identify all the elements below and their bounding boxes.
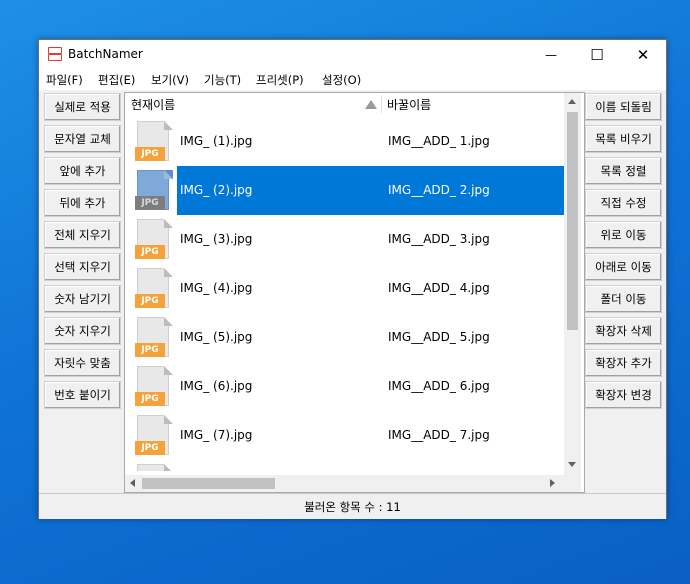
new-name-cell: IMG__ADD_ 7.jpg [388, 428, 490, 442]
menu-function[interactable]: 기능(T) [204, 72, 241, 88]
menu-view[interactable]: 보기(V) [151, 72, 189, 88]
file-row[interactable]: JPG IMG_ (2).jpg IMG__ADD_ 2.jpg [125, 166, 564, 215]
pad-digits-button[interactable]: 자릿수 맞춤 [44, 349, 121, 377]
title-bar[interactable]: BatchNamer — ☐ ✕ [39, 40, 666, 70]
jpg-file-icon: JPG [135, 366, 173, 406]
remove-numbers-button[interactable]: 숫자 지우기 [44, 317, 121, 345]
vertical-scroll-thumb[interactable] [567, 112, 578, 330]
new-name-cell: IMG__ADD_ 6.jpg [388, 379, 490, 393]
current-name-cell: IMG_ (2).jpg [180, 183, 253, 197]
file-row[interactable]: JPG IMG_ (7).jpg IMG__ADD_ 7.jpg [125, 411, 564, 460]
menu-edit[interactable]: 편집(E) [98, 72, 135, 88]
file-type-label: JPG [135, 392, 165, 406]
file-type-label: JPG [135, 147, 165, 161]
file-row[interactable]: JPG IMG_ (1).jpg IMG__ADD_ 1.jpg [125, 117, 564, 166]
jpg-file-icon: JPG [135, 317, 173, 357]
delete-extension-button[interactable]: 확장자 삭제 [585, 317, 662, 345]
new-name-cell: IMG__ADD_ 1.jpg [388, 134, 490, 148]
file-type-label: JPG [135, 343, 165, 357]
minimize-button[interactable]: — [528, 40, 574, 70]
file-row[interactable]: JPG IMG_ (5).jpg IMG__ADD_ 5.jpg [125, 313, 564, 362]
jpg-file-icon: JPG [135, 219, 173, 259]
apply-button[interactable]: 실제로 적용 [44, 93, 121, 121]
menu-settings[interactable]: 설정(O) [322, 72, 361, 88]
item-count-status: 불러온 항목 수 : 11 [304, 500, 401, 514]
menu-bar: 파일(F) 편집(E) 보기(V) 기능(T) 프리셋(P) 설정(O) [39, 70, 666, 90]
current-name-cell: IMG_ (4).jpg [180, 281, 253, 295]
prepend-button[interactable]: 앞에 추가 [44, 157, 121, 185]
file-type-label: JPG [135, 245, 165, 259]
column-divider[interactable] [381, 95, 382, 113]
current-name-cell: IMG_ (1).jpg [180, 134, 253, 148]
file-row-partial[interactable] [125, 460, 564, 471]
clear-list-button[interactable]: 목록 비우기 [585, 125, 662, 153]
scroll-right-icon[interactable] [550, 479, 555, 487]
new-name-cell: IMG__ADD_ 4.jpg [388, 281, 490, 295]
scroll-corner [564, 475, 581, 492]
minimize-icon: — [545, 48, 557, 62]
current-name-cell: IMG_ (5).jpg [180, 330, 253, 344]
window-title: BatchNamer [68, 47, 143, 61]
sort-list-button[interactable]: 목록 정렬 [585, 157, 662, 185]
horizontal-scroll-thumb[interactable] [142, 478, 275, 489]
move-down-button[interactable]: 아래로 이동 [585, 253, 662, 281]
file-row[interactable]: JPG IMG_ (6).jpg IMG__ADD_ 6.jpg [125, 362, 564, 411]
close-icon: ✕ [636, 46, 650, 64]
jpg-file-icon: JPG [135, 121, 173, 161]
vertical-scrollbar[interactable] [564, 93, 581, 475]
current-name-cell: IMG_ (3).jpg [180, 232, 253, 246]
current-name-cell: IMG_ (7).jpg [180, 428, 253, 442]
menu-file[interactable]: 파일(F) [46, 72, 83, 88]
file-row[interactable]: JPG IMG_ (3).jpg IMG__ADD_ 3.jpg [125, 215, 564, 264]
change-extension-button[interactable]: 확장자 변경 [585, 381, 662, 409]
maximize-button[interactable]: ☐ [574, 40, 620, 70]
column-header-new[interactable]: 바꿀이름 [387, 96, 431, 118]
menu-preset[interactable]: 프리셋(P) [256, 72, 304, 88]
sort-ascending-icon[interactable] [365, 100, 377, 109]
append-button[interactable]: 뒤에 추가 [44, 189, 121, 217]
file-list[interactable]: 현재이름 바꿀이름 JPG IMG_ (1).jpg IMG__ADD_ 1.j… [124, 92, 585, 493]
jpg-file-icon: JPG [135, 415, 173, 455]
close-button[interactable]: ✕ [620, 40, 666, 70]
jpg-file-icon: JPG [135, 268, 173, 308]
add-extension-button[interactable]: 확장자 추가 [585, 349, 662, 377]
replace-string-button[interactable]: 문자열 교체 [44, 125, 121, 153]
app-icon [48, 47, 62, 62]
move-up-button[interactable]: 위로 이동 [585, 221, 662, 249]
clear-selected-button[interactable]: 선택 지우기 [44, 253, 121, 281]
file-type-label: JPG [135, 294, 165, 308]
scroll-left-icon[interactable] [130, 479, 135, 487]
status-bar: 불러온 항목 수 : 11 [39, 493, 666, 519]
current-name-cell: IMG_ (6).jpg [180, 379, 253, 393]
file-type-label: JPG [135, 441, 165, 455]
move-folder-button[interactable]: 폴더 이동 [585, 285, 662, 313]
jpg-file-icon [135, 464, 173, 471]
new-name-cell: IMG__ADD_ 5.jpg [388, 330, 490, 344]
new-name-cell: IMG__ADD_ 3.jpg [388, 232, 490, 246]
maximize-icon: ☐ [590, 46, 604, 64]
file-type-label: JPG [135, 196, 165, 210]
jpg-file-icon: JPG [135, 170, 173, 210]
horizontal-scrollbar[interactable] [125, 475, 564, 492]
clear-all-button[interactable]: 전체 지우기 [44, 221, 121, 249]
scroll-down-icon[interactable] [568, 462, 576, 467]
scroll-up-icon[interactable] [568, 99, 576, 104]
batchnamer-window: BatchNamer — ☐ ✕ 파일(F) 편집(E) 보기(V) 기능(T)… [38, 39, 667, 519]
column-header-current[interactable]: 현재이름 [131, 96, 175, 118]
add-numbering-button[interactable]: 번호 붙이기 [44, 381, 121, 409]
new-name-cell: IMG__ADD_ 2.jpg [388, 183, 490, 197]
revert-name-button[interactable]: 이름 되돌림 [585, 93, 662, 121]
file-row[interactable]: JPG IMG_ (4).jpg IMG__ADD_ 4.jpg [125, 264, 564, 313]
keep-numbers-button[interactable]: 숫자 남기기 [44, 285, 121, 313]
edit-directly-button[interactable]: 직접 수정 [585, 189, 662, 217]
